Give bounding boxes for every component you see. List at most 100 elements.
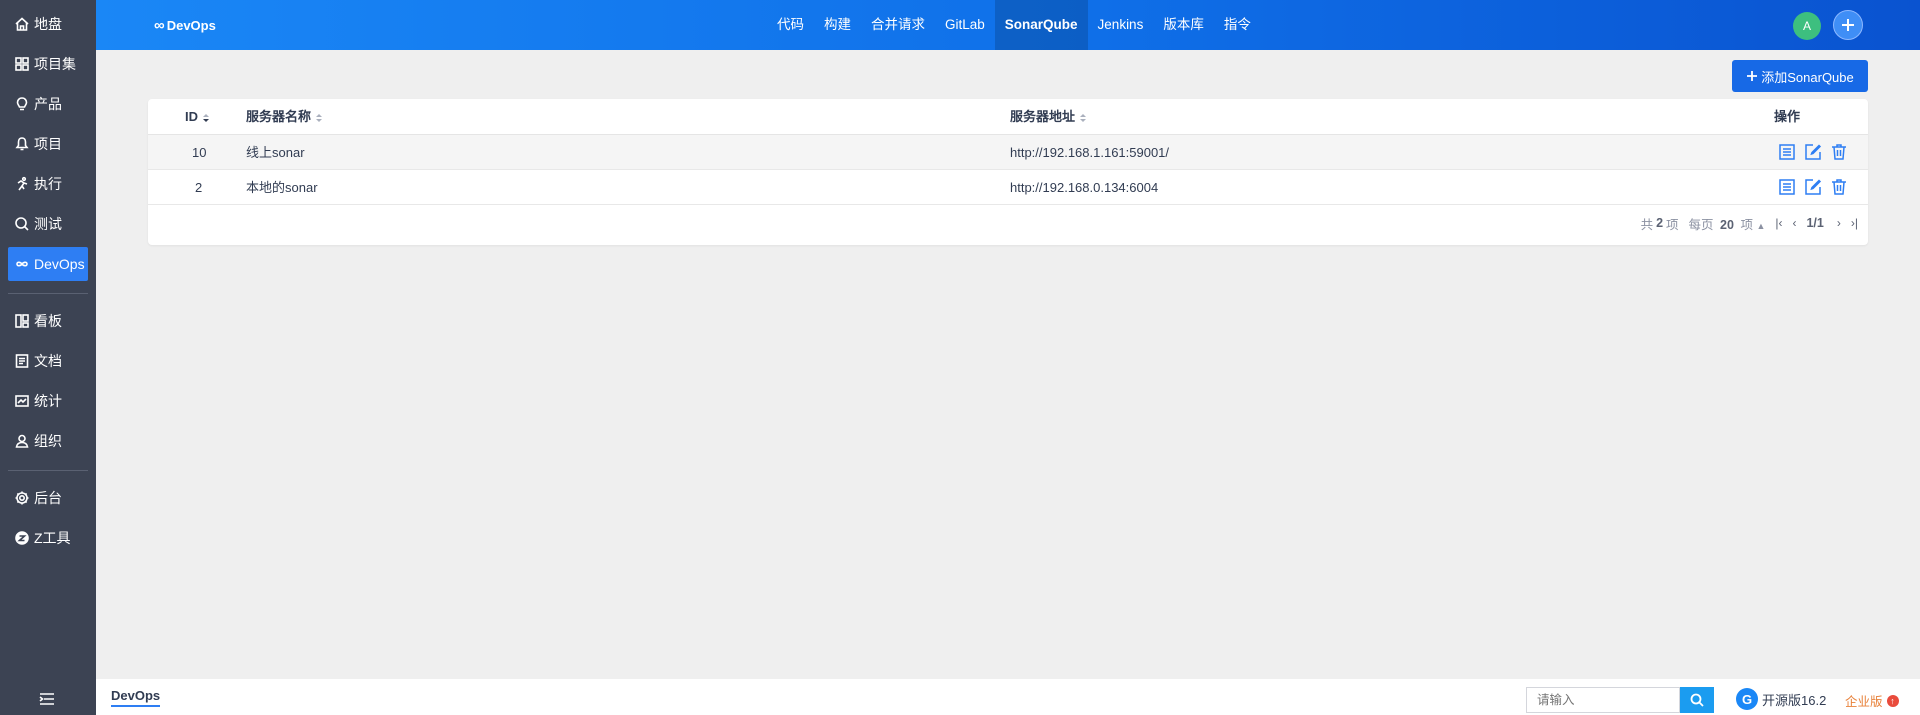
column-header-name[interactable]: 服务器名称 xyxy=(246,99,323,135)
table-row[interactable]: 2 本地的sonar http://192.168.0.134:6004 xyxy=(148,170,1868,205)
sidebar-item-admin[interactable]: 后台 xyxy=(8,481,88,515)
enterprise-label: 企业版 xyxy=(1845,695,1883,709)
tab-gitlab[interactable]: GitLab xyxy=(935,0,995,50)
total-prefix: 共 xyxy=(1640,217,1654,232)
edit-icon xyxy=(1805,144,1822,160)
trash-icon xyxy=(1832,179,1846,195)
tab-commands[interactable]: 指令 xyxy=(1214,0,1261,50)
trash-icon xyxy=(1832,144,1846,160)
last-page-button[interactable]: ›| xyxy=(1851,216,1858,230)
view-details-button[interactable] xyxy=(1778,143,1796,161)
sidebar-item-label: 测试 xyxy=(34,216,62,232)
column-header-url[interactable]: 服务器地址 xyxy=(1010,99,1087,135)
sidebar-item-testing[interactable]: 测试 xyxy=(8,207,88,241)
table-row[interactable]: 10 线上sonar http://192.168.1.161:59001/ xyxy=(148,135,1868,170)
grid-icon xyxy=(14,56,30,72)
sidebar-item-label: 组织 xyxy=(34,433,62,449)
home-icon xyxy=(14,16,30,32)
prev-page-button[interactable]: ‹ xyxy=(1792,216,1796,230)
view-details-button[interactable] xyxy=(1778,178,1796,196)
menu-collapse-icon xyxy=(39,693,54,705)
avatar[interactable]: A xyxy=(1793,12,1821,40)
sidebar-item-project[interactable]: 项目 xyxy=(8,127,88,161)
breadcrumb[interactable]: DevOps xyxy=(111,688,161,707)
add-sonarqube-button[interactable]: 添加SonarQube xyxy=(1732,60,1868,92)
edit-button[interactable] xyxy=(1804,178,1822,196)
sidebar-item-label: 地盘 xyxy=(34,16,62,32)
enterprise-link[interactable]: 企业版 ↑ xyxy=(1845,691,1899,710)
list-icon xyxy=(1779,179,1795,195)
sidebar-item-label: 文档 xyxy=(34,353,62,369)
sidebar-item-docs[interactable]: 文档 xyxy=(8,344,88,378)
sidebar: 地盘 项目集 产品 项目 执行 测试 DevOps 看板 文档 统计 组织 后台… xyxy=(0,0,96,715)
add-sonarqube-label: 添加SonarQube xyxy=(1761,69,1854,85)
search-input[interactable] xyxy=(1526,687,1680,713)
tab-sonarqube[interactable]: SonarQube xyxy=(994,0,1088,50)
search-check-icon xyxy=(14,216,30,232)
upgrade-alert-icon: ↑ xyxy=(1886,694,1899,707)
tab-merge-request[interactable]: 合并请求 xyxy=(861,0,935,50)
quick-create-button[interactable] xyxy=(1833,10,1863,40)
sidebar-item-ztools[interactable]: Z工具 xyxy=(8,521,88,555)
sidebar-item-dashboard[interactable]: 地盘 xyxy=(8,7,88,41)
gear-icon xyxy=(14,490,30,506)
app-brand: ∞ DevOps xyxy=(154,0,216,50)
tab-build[interactable]: 构建 xyxy=(814,0,861,50)
sort-desc-icon xyxy=(202,113,210,123)
cell-id: 10 xyxy=(192,145,207,160)
brand-label: DevOps xyxy=(166,17,216,33)
infinity-icon: ∞ xyxy=(154,16,165,34)
top-nav: 代码 构建 合并请求 GitLab SonarQube Jenkins 版本库 … xyxy=(767,0,1261,50)
first-page-button[interactable]: |‹ xyxy=(1775,216,1782,230)
tool-icon xyxy=(14,530,30,546)
tab-jenkins[interactable]: Jenkins xyxy=(1088,0,1154,50)
plus-icon xyxy=(1842,19,1854,31)
sidebar-item-stats[interactable]: 统计 xyxy=(8,384,88,418)
sidebar-item-execution[interactable]: 执行 xyxy=(8,167,88,201)
doc-icon xyxy=(14,353,30,369)
list-icon xyxy=(1779,144,1795,160)
run-icon xyxy=(14,176,30,192)
sidebar-item-devops[interactable]: DevOps xyxy=(8,247,88,281)
delete-button[interactable] xyxy=(1830,143,1848,161)
per-page-count: 20 xyxy=(1720,217,1734,232)
bulb-icon xyxy=(14,96,30,112)
chart-icon xyxy=(14,393,30,409)
collapse-menu-button[interactable] xyxy=(38,691,56,707)
footer-bar: DevOps G 开源版16.2 企业版 ↑ xyxy=(96,679,1920,715)
total-suffix: 项 xyxy=(1666,217,1679,232)
tab-code[interactable]: 代码 xyxy=(767,0,814,50)
sidebar-divider xyxy=(8,293,88,294)
sidebar-item-programs[interactable]: 项目集 xyxy=(8,47,88,81)
cell-url: http://192.168.1.161:59001/ xyxy=(1010,145,1170,160)
sidebar-item-label: 产品 xyxy=(34,96,62,112)
search-button[interactable] xyxy=(1680,687,1714,713)
per-page-selector[interactable]: 每页 20 项 ▲ xyxy=(1689,214,1766,233)
version-info[interactable]: G 开源版16.2 xyxy=(1736,688,1826,710)
infinity-icon xyxy=(14,256,30,272)
sort-icon xyxy=(315,113,323,123)
board-icon xyxy=(14,313,30,329)
column-header-id[interactable]: ID xyxy=(185,99,210,135)
table-header: ID 服务器名称 服务器地址 操作 xyxy=(148,99,1868,135)
sidebar-item-label: 项目 xyxy=(34,136,62,152)
version-label: 开源版16.2 xyxy=(1762,692,1827,708)
row-actions xyxy=(1778,178,1856,196)
sidebar-item-label: 后台 xyxy=(34,490,62,506)
zentao-logo-icon: G xyxy=(1736,688,1758,710)
sidebar-item-org[interactable]: 组织 xyxy=(8,424,88,458)
sidebar-item-label: 项目集 xyxy=(34,56,76,72)
sidebar-item-kanban[interactable]: 看板 xyxy=(8,304,88,338)
tab-repository[interactable]: 版本库 xyxy=(1153,0,1214,50)
sidebar-item-product[interactable]: 产品 xyxy=(8,87,88,121)
delete-button[interactable] xyxy=(1830,178,1848,196)
cell-url: http://192.168.0.134:6004 xyxy=(1010,180,1159,195)
bell-icon xyxy=(14,136,30,152)
row-actions xyxy=(1778,143,1856,161)
next-page-button[interactable]: › xyxy=(1837,216,1841,230)
edit-icon xyxy=(1805,179,1822,195)
sidebar-item-label: Z工具 xyxy=(34,530,71,546)
column-header-actions: 操作 xyxy=(1774,109,1801,124)
user-icon xyxy=(14,433,30,449)
edit-button[interactable] xyxy=(1804,143,1822,161)
